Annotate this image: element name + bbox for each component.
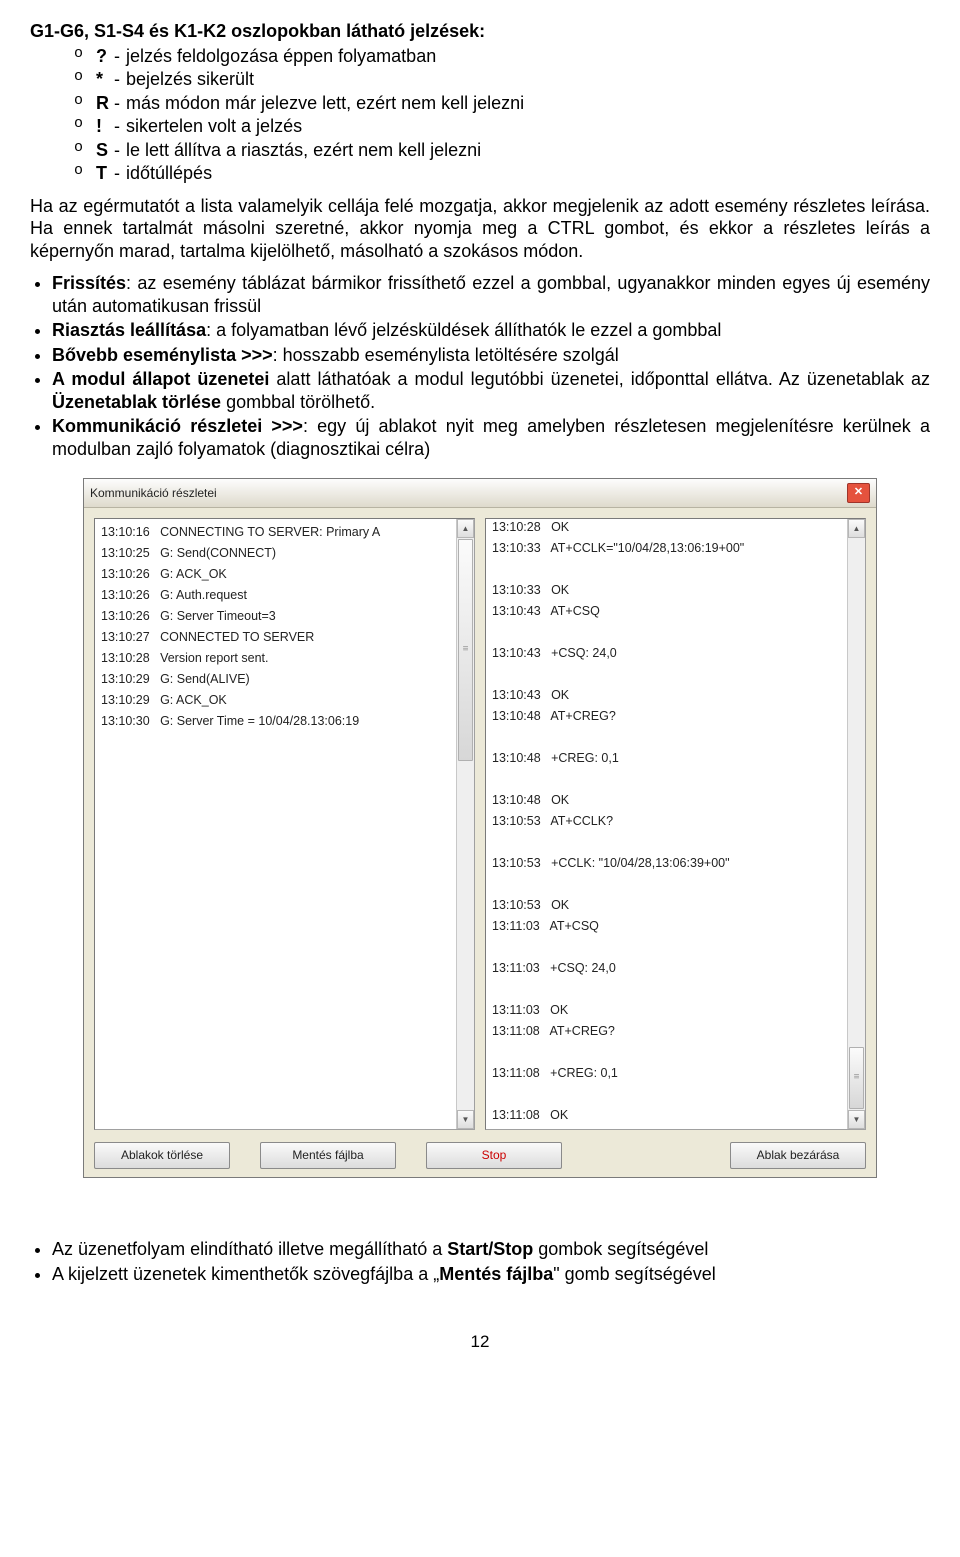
left-log-pane: 13:10:16 CONNECTING TO SERVER: Primary A… bbox=[94, 518, 475, 1130]
list-circle-icon: o bbox=[74, 45, 96, 64]
list-circle-icon: o bbox=[74, 139, 96, 158]
legend-symbol: S bbox=[96, 139, 114, 162]
scroll-up-icon[interactable]: ▲ bbox=[848, 519, 865, 538]
legend-symbol: T bbox=[96, 162, 114, 185]
save-to-file-button[interactable]: Mentés fájlba bbox=[260, 1142, 396, 1169]
page-number: 12 bbox=[30, 1331, 930, 1352]
legend-symbol: * bbox=[96, 68, 114, 91]
legend-text: időtúllépés bbox=[126, 162, 930, 185]
legend-text: le lett állítva a riasztás, ezért nem ke… bbox=[126, 139, 930, 162]
close-window-button[interactable]: Ablak bezárása bbox=[730, 1142, 866, 1169]
scrollbar-right[interactable]: ▲ ▼ bbox=[847, 519, 865, 1129]
left-log-content[interactable]: 13:10:16 CONNECTING TO SERVER: Primary A… bbox=[95, 519, 456, 1129]
scroll-up-icon[interactable]: ▲ bbox=[457, 519, 474, 538]
footer-item: Az üzenetfolyam elindítható illetve megá… bbox=[52, 1238, 930, 1261]
legend-text: bejelzés sikerült bbox=[126, 68, 930, 91]
feature-item: Riasztás leállítása: a folyamatban lévő … bbox=[52, 319, 930, 342]
right-log-pane: 13:10:24 CONNECT OK 13:10:24 AT+CIFSR 13… bbox=[485, 518, 866, 1130]
scroll-down-icon[interactable]: ▼ bbox=[848, 1110, 865, 1129]
feature-bullets: Frissítés: az esemény táblázat bármikor … bbox=[30, 272, 930, 460]
legend-text: más módon már jelezve lett, ezért nem ke… bbox=[126, 92, 930, 115]
feature-item: A modul állapot üzenetei alatt láthatóak… bbox=[52, 368, 930, 413]
paragraph-hover-info: Ha az egérmutatót a lista valamelyik cel… bbox=[30, 195, 930, 263]
legend-row: o?-jelzés feldolgozása éppen folyamatban bbox=[74, 45, 930, 68]
footer-item: A kijelzett üzenetek kimenthetők szövegf… bbox=[52, 1263, 930, 1286]
window-title: Kommunikáció részletei bbox=[90, 486, 217, 501]
window-titlebar: Kommunikáció részletei ✕ bbox=[84, 479, 876, 508]
right-log-content[interactable]: 13:10:24 CONNECT OK 13:10:24 AT+CIFSR 13… bbox=[486, 519, 847, 1129]
legend-text: jelzés feldolgozása éppen folyamatban bbox=[126, 45, 930, 68]
list-circle-icon: o bbox=[74, 162, 96, 181]
footer-bullets: Az üzenetfolyam elindítható illetve megá… bbox=[30, 1238, 930, 1285]
legend-symbol: ! bbox=[96, 115, 114, 138]
comm-details-window: Kommunikáció részletei ✕ 13:10:16 CONNEC… bbox=[83, 478, 877, 1178]
legend-symbol: ? bbox=[96, 45, 114, 68]
scrollbar-left[interactable]: ▲ ▼ bbox=[456, 519, 474, 1129]
legend-row: o!-sikertelen volt a jelzés bbox=[74, 115, 930, 138]
legend-row: oT-időtúllépés bbox=[74, 162, 930, 185]
feature-item: Frissítés: az esemény táblázat bármikor … bbox=[52, 272, 930, 317]
clear-windows-button[interactable]: Ablakok törlése bbox=[94, 1142, 230, 1169]
feature-item: Kommunikáció részletei >>>: egy új ablak… bbox=[52, 415, 930, 460]
list-circle-icon: o bbox=[74, 115, 96, 134]
legend-row: o*-bejelzés sikerült bbox=[74, 68, 930, 91]
legend-row: oR-más módon már jelezve lett, ezért nem… bbox=[74, 92, 930, 115]
legend-heading: G1-G6, S1-S4 és K1-K2 oszlopokban láthat… bbox=[30, 20, 930, 43]
feature-item: Bővebb eseménylista >>>: hosszabb esemén… bbox=[52, 344, 930, 367]
list-circle-icon: o bbox=[74, 68, 96, 87]
stop-button[interactable]: Stop bbox=[426, 1142, 562, 1169]
legend-list: o?-jelzés feldolgozása éppen folyamatban… bbox=[30, 45, 930, 185]
legend-row: oS-le lett állítva a riasztás, ezért nem… bbox=[74, 139, 930, 162]
scroll-down-icon[interactable]: ▼ bbox=[457, 1110, 474, 1129]
close-icon[interactable]: ✕ bbox=[847, 483, 870, 503]
legend-text: sikertelen volt a jelzés bbox=[126, 115, 930, 138]
list-circle-icon: o bbox=[74, 92, 96, 111]
legend-symbol: R bbox=[96, 92, 114, 115]
